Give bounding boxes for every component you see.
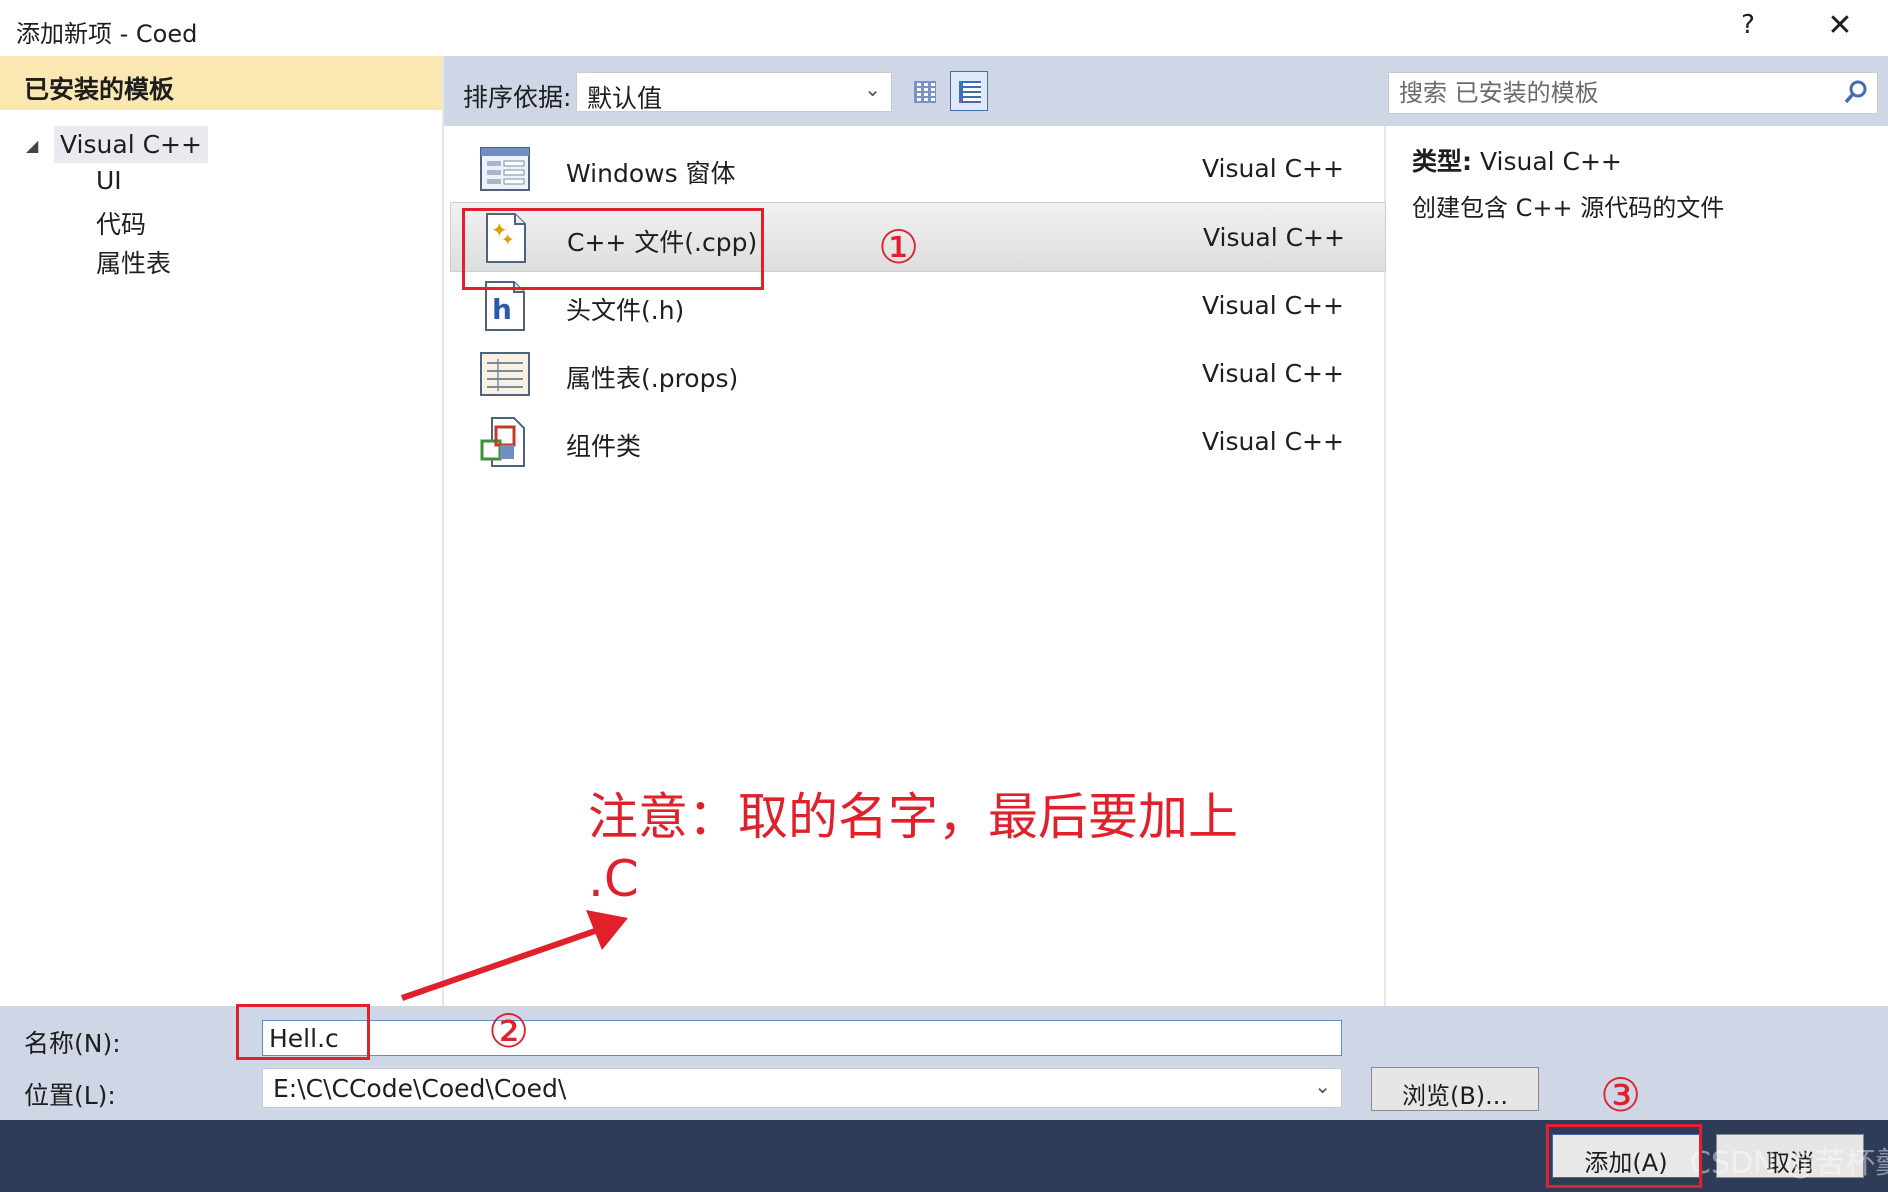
tree-node-ui[interactable]: UI [96, 166, 122, 195]
svg-text:h: h [492, 293, 512, 326]
grid-view-button[interactable] [905, 71, 943, 111]
chevron-down-icon: ⌄ [864, 77, 881, 101]
list-view-icon [959, 81, 981, 103]
expand-arrow-icon[interactable]: ◢ [26, 136, 38, 155]
name-label: 名称(N): [24, 1029, 121, 1058]
template-language: Visual C++ [1203, 223, 1345, 252]
sort-value: 默认值 [587, 84, 663, 113]
annotation-note: 注意：取的名字，最后要加上 .C [588, 786, 1238, 910]
name-field[interactable] [262, 1020, 1342, 1056]
sort-dropdown[interactable]: 默认值 ⌄ [576, 72, 892, 113]
component-class-icon [480, 417, 525, 467]
type-label: 类型: [1412, 147, 1472, 176]
annotation-number-3: ③ [1600, 1068, 1642, 1122]
template-row-property-sheet[interactable]: 属性表(.props) Visual C++ [450, 339, 1386, 409]
list-view-button[interactable] [950, 71, 988, 111]
installed-templates-header: 已安装的模板 [0, 56, 442, 110]
tree-node-property-sheet[interactable]: 属性表 [96, 244, 171, 280]
template-language: Visual C++ [1202, 291, 1344, 320]
help-button[interactable]: ? [1733, 10, 1763, 46]
watermark-text: CSDN @苦杯羹 [1690, 1146, 1888, 1181]
sort-label: 排序依据: [463, 83, 572, 112]
template-language: Visual C++ [1202, 359, 1344, 388]
window-title: 添加新项 - Coed [16, 20, 198, 48]
annotation-note-line-2: .C [588, 850, 639, 908]
template-row-component-class[interactable]: 组件类 Visual C++ [450, 407, 1386, 477]
chevron-down-icon: ⌄ [1314, 1074, 1331, 1098]
annotation-number-1: ① [878, 220, 920, 274]
type-line: 类型: Visual C++ [1412, 142, 1622, 178]
title-bar: 添加新项 - Coed ? ✕ [0, 0, 1888, 56]
tree-node-label[interactable]: Visual C++ [54, 126, 208, 163]
template-tree-pane: 已安装的模板 ◢ Visual C++ UI 代码 属性表 [0, 56, 444, 1006]
search-input[interactable] [1389, 73, 1829, 113]
annotation-arrow [401, 910, 628, 1001]
template-language: Visual C++ [1202, 154, 1344, 183]
location-value: E:\C\CCode\Coed\Coed\ [273, 1074, 567, 1103]
annotation-box-name [236, 1004, 370, 1060]
search-icon[interactable] [1841, 77, 1871, 107]
property-sheet-icon [480, 352, 530, 396]
location-label: 位置(L): [24, 1081, 116, 1110]
template-details: 类型: Visual C++ 创建包含 C++ 源代码的文件 [1388, 126, 1888, 1006]
form-icon [480, 147, 530, 191]
annotation-note-line-1: 注意：取的名字，最后要加上 [588, 788, 1238, 846]
tree-node-code[interactable]: 代码 [96, 205, 146, 241]
close-button[interactable]: ✕ [1820, 8, 1860, 48]
annotation-box-cpp [462, 208, 764, 290]
search-box[interactable] [1388, 72, 1878, 114]
annotation-box-add [1546, 1124, 1702, 1188]
template-name: 属性表(.props) [566, 364, 739, 393]
annotation-number-2: ② [488, 1004, 530, 1058]
template-description: 创建包含 C++ 源代码的文件 [1412, 194, 1725, 222]
template-language: Visual C++ [1202, 427, 1344, 456]
template-name: 头文件(.h) [566, 296, 685, 325]
template-row-windows-form[interactable]: Windows 窗体 Visual C++ [450, 134, 1386, 204]
location-dropdown[interactable]: E:\C\CCode\Coed\Coed\ ⌄ [262, 1068, 1342, 1108]
template-name: 组件类 [566, 432, 642, 461]
browse-button[interactable]: 浏览(B)... [1371, 1067, 1539, 1111]
template-name: Windows 窗体 [566, 159, 736, 188]
grid-view-icon [914, 81, 936, 103]
type-value: Visual C++ [1479, 147, 1622, 176]
